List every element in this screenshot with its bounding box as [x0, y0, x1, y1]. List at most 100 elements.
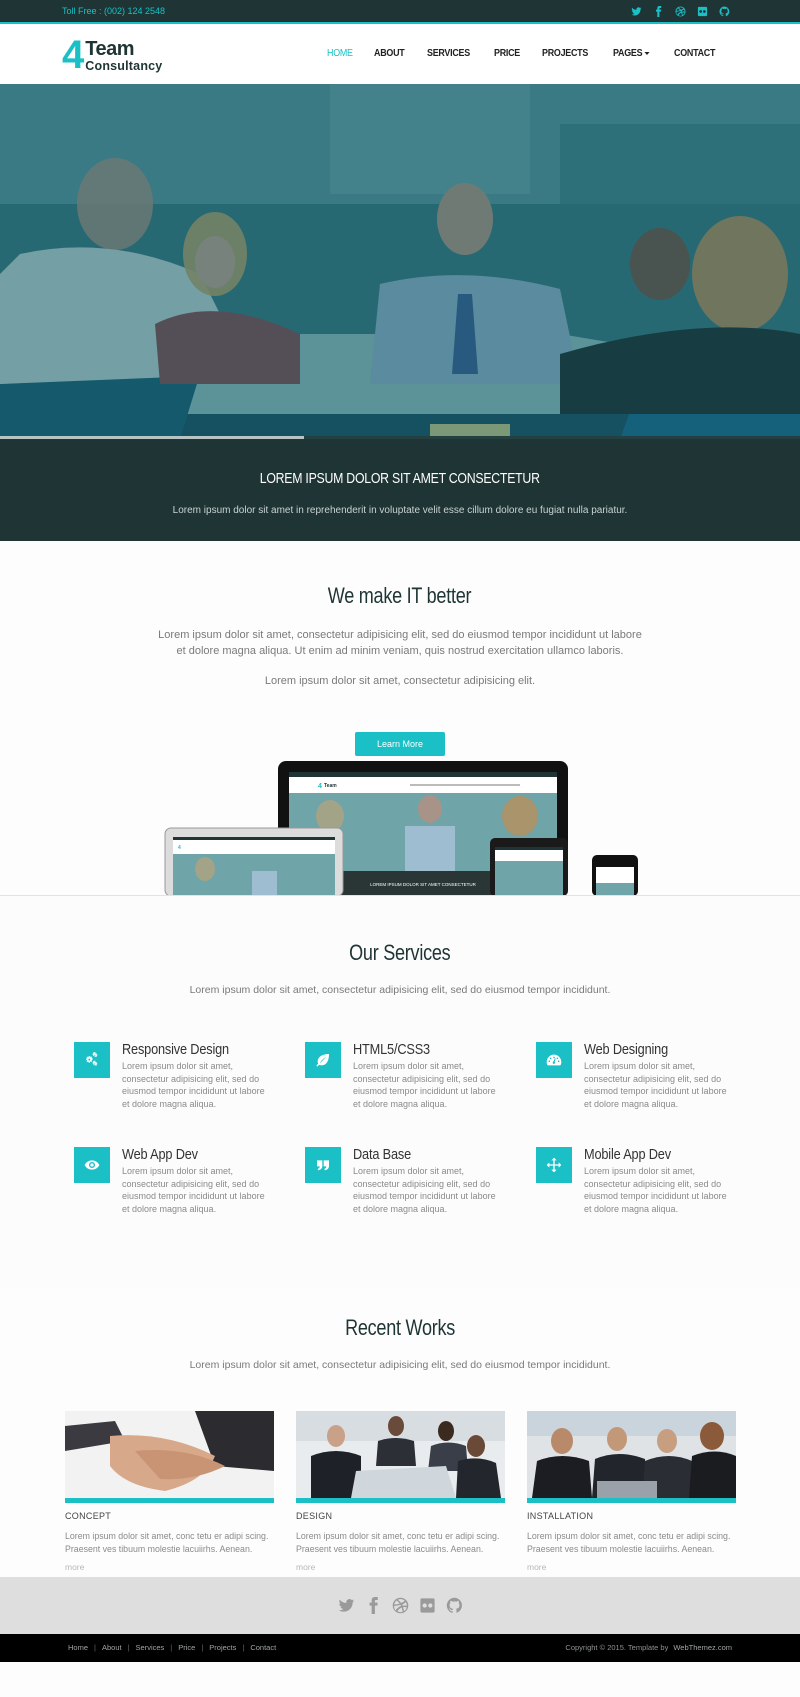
- hero-text: Lorem ipsum dolor sit amet in reprehende…: [172, 505, 628, 516]
- slider-progress-bar: [0, 436, 800, 439]
- works-title: Recent Works: [344, 1315, 456, 1340]
- footer-link-contact[interactable]: Contact: [250, 1643, 276, 1652]
- dribbble-icon[interactable]: [392, 1597, 409, 1614]
- dashboard-icon: [536, 1042, 572, 1078]
- nav-pages-label: PAGES: [613, 47, 643, 59]
- hero-caption: LOREM IPSUM DOLOR SIT AMET CONSECTETUR L…: [0, 439, 800, 541]
- meeting-photo[interactable]: [296, 1411, 505, 1503]
- nav-about[interactable]: ABOUT: [374, 47, 405, 59]
- dribbble-icon[interactable]: [675, 4, 686, 15]
- github-icon[interactable]: [446, 1597, 463, 1614]
- flickr-icon[interactable]: [419, 1597, 436, 1614]
- footer-social-links: [0, 1577, 800, 1634]
- eye-icon: [74, 1146, 110, 1183]
- copyright: Copyright © 2015. Template by WebThemez.c…: [565, 1643, 732, 1652]
- footer-link-about[interactable]: About: [102, 1643, 122, 1652]
- service-item: Data Base Lorem ipsum dolor sit amet, con…: [305, 1145, 536, 1216]
- more-link[interactable]: more: [65, 1562, 274, 1572]
- about-paragraph-2: Lorem ipsum dolor sit amet, consectetur …: [264, 675, 536, 687]
- service-text: Lorem ipsum dolor sit amet, consectetur …: [122, 1165, 265, 1214]
- about-section: We make IT better Lorem ipsum dolor sit …: [0, 541, 800, 897]
- footer-nav: Home | About | Services | Price | Projects | …: [68, 1643, 276, 1652]
- move-icon: [536, 1146, 572, 1183]
- service-text: Lorem ipsum dolor sit amet, consectetur …: [584, 1061, 727, 1110]
- quote-icon: [305, 1146, 341, 1183]
- work-text: Lorem ipsum dolor sit amet, conc tetu er…: [65, 1531, 269, 1554]
- nav-services[interactable]: SERVICES: [427, 47, 470, 59]
- copyright-text: Copyright © 2015. Template by: [565, 1643, 669, 1652]
- about-title: We make IT better: [328, 583, 472, 608]
- top-social-links: [631, 4, 730, 15]
- service-title: Web App Dev: [122, 1145, 198, 1163]
- more-link[interactable]: more: [296, 1562, 505, 1572]
- twitter-icon[interactable]: [338, 1597, 355, 1614]
- twitter-icon[interactable]: [631, 4, 642, 15]
- services-subtitle: Lorem ipsum dolor sit amet, consectetur …: [189, 984, 611, 996]
- work-item: DESIGN Lorem ipsum dolor sit amet, conc …: [296, 1411, 505, 1572]
- service-item: Web App Dev Lorem ipsum dolor sit amet, c…: [74, 1145, 305, 1216]
- work-title: CONCEPT: [65, 1511, 112, 1521]
- nav-pages-dropdown[interactable]: PAGES: [613, 47, 651, 59]
- caret-down-icon: [644, 51, 651, 55]
- work-text: Lorem ipsum dolor sit amet, conc tetu er…: [296, 1531, 500, 1554]
- footer-link-services[interactable]: Services: [136, 1643, 165, 1652]
- hero-title: LOREM IPSUM DOLOR SIT AMET CONSECTETUR: [260, 470, 540, 487]
- footer-link-home[interactable]: Home: [68, 1643, 88, 1652]
- svg-text:4: 4: [318, 783, 322, 790]
- flickr-icon[interactable]: [697, 4, 708, 15]
- section-divider: [0, 895, 800, 896]
- footer-link-price[interactable]: Price: [178, 1643, 195, 1652]
- nav-contact[interactable]: CONTACT: [674, 47, 715, 59]
- separator: |: [170, 1643, 173, 1652]
- services-section: Our Services Lorem ipsum dolor sit amet,…: [0, 896, 800, 1289]
- logo-digit: 4: [62, 33, 85, 77]
- gears-icon: [74, 1042, 110, 1078]
- svg-text:Team: Team: [324, 783, 337, 789]
- work-title: DESIGN: [296, 1511, 333, 1521]
- separator: |: [127, 1643, 130, 1652]
- slider-progress-fill: [0, 436, 304, 439]
- about-paragraph-1: Lorem ipsum dolor sit amet, consectetur …: [158, 629, 642, 657]
- nav-price[interactable]: PRICE: [494, 47, 520, 59]
- logo[interactable]: 4 Team Consultancy: [62, 33, 162, 77]
- facebook-icon[interactable]: [653, 4, 664, 15]
- credit-link[interactable]: WebThemez.com: [673, 1643, 732, 1652]
- works-grid: CONCEPT Lorem ipsum dolor sit amet, conc…: [65, 1411, 800, 1572]
- site-header: 4 Team Consultancy HOME ABOUT SERVICES P…: [0, 24, 800, 84]
- service-title: HTML5/CSS3: [353, 1041, 430, 1058]
- service-title: Mobile App Dev: [584, 1145, 671, 1163]
- hero-slider[interactable]: [0, 84, 800, 439]
- top-bar: Toll Free : (002) 124 2548: [0, 0, 800, 24]
- device-screen-title: LOREM IPSUM DOLOR SIT AMET CONSECTETUR: [370, 882, 477, 887]
- hero-meeting-photo: [0, 84, 800, 439]
- service-item: Responsive Design Lorem ipsum dolor sit a…: [74, 1042, 305, 1111]
- work-item: CONCEPT Lorem ipsum dolor sit amet, conc…: [65, 1411, 274, 1572]
- services-grid: Responsive Design Lorem ipsum dolor sit a…: [74, 1042, 800, 1216]
- responsive-devices-image: 4 Team LOREM IPSUM DOLOR SIT AMET CONSEC…: [0, 761, 800, 897]
- svg-text:4: 4: [178, 845, 181, 851]
- separator: |: [94, 1643, 96, 1652]
- service-text: Lorem ipsum dolor sit amet, consectetur …: [353, 1061, 496, 1110]
- nav-projects[interactable]: PROJECTS: [542, 47, 588, 59]
- work-title: INSTALLATION: [527, 1511, 594, 1521]
- more-link[interactable]: more: [527, 1562, 736, 1572]
- learn-more-button[interactable]: Learn More: [355, 732, 445, 756]
- service-text: Lorem ipsum dolor sit amet, consectetur …: [353, 1165, 496, 1214]
- separator: |: [201, 1643, 204, 1652]
- works-subtitle: Lorem ipsum dolor sit amet, consectetur …: [189, 1359, 611, 1371]
- nav-home[interactable]: HOME: [327, 47, 353, 59]
- footer-link-projects[interactable]: Projects: [209, 1643, 236, 1652]
- leaf-icon: [305, 1042, 341, 1078]
- team-laptop-photo[interactable]: [527, 1411, 736, 1503]
- recent-works-section: Recent Works Lorem ipsum dolor sit amet,…: [0, 1289, 800, 1577]
- facebook-icon[interactable]: [365, 1597, 382, 1614]
- service-text: Lorem ipsum dolor sit amet, consectetur …: [122, 1061, 265, 1110]
- service-title: Data Base: [353, 1145, 412, 1163]
- services-title: Our Services: [349, 940, 451, 965]
- github-icon[interactable]: [719, 4, 730, 15]
- handshake-photo[interactable]: [65, 1411, 274, 1503]
- footer-bar: Home | About | Services | Price | Projects | …: [0, 1634, 800, 1662]
- service-text: Lorem ipsum dolor sit amet, consectetur …: [584, 1165, 727, 1214]
- logo-line1: Team: [85, 37, 135, 60]
- toll-free-phone: Toll Free : (002) 124 2548: [62, 6, 166, 16]
